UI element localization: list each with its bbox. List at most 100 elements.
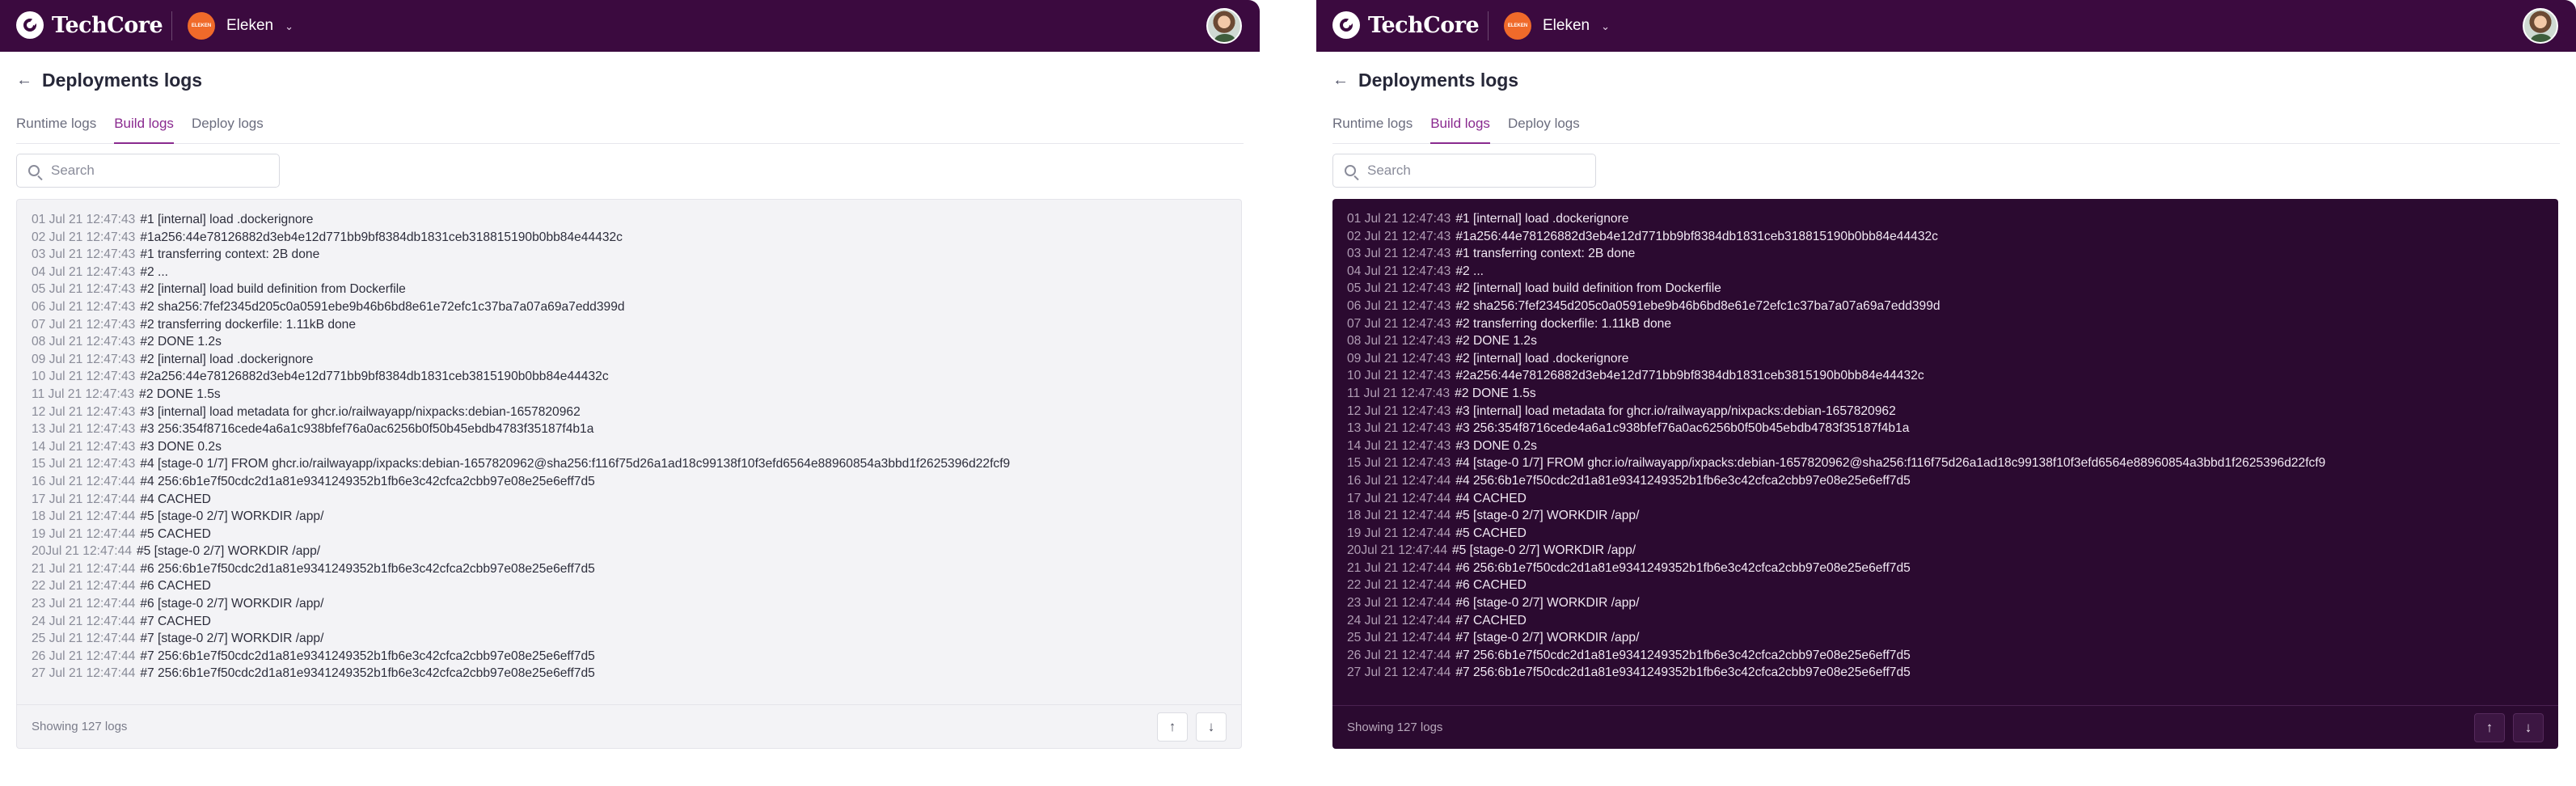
log-message: #5 CACHED — [1455, 526, 1527, 540]
log-line: 17 Jul 21 12:47:44 #4 CACHED — [32, 491, 1227, 509]
log-timestamp: 22 Jul 21 12:47:44 — [1347, 578, 1451, 593]
tab-runtime-logs[interactable]: Runtime logs — [16, 112, 96, 144]
log-timestamp: 20Jul 21 12:47:44 — [1347, 543, 1447, 558]
back-arrow-icon[interactable]: ← — [16, 71, 34, 90]
log-timestamp: 02 Jul 21 12:47:43 — [32, 230, 136, 244]
log-line: 19 Jul 21 12:47:44 #5 CACHED — [32, 526, 1227, 543]
log-line: 10 Jul 21 12:47:43 #2a256:44e78126882d3eb… — [32, 368, 1227, 386]
tab-build-logs[interactable]: Build logs — [114, 112, 174, 144]
log-line: 02 Jul 21 12:47:43 #1a256:44e78126882d3eb… — [32, 229, 1227, 247]
log-message: #1 [internal] load .dockerignore — [1455, 212, 1629, 226]
log-timestamp: 09 Jul 21 12:47:43 — [32, 352, 136, 366]
log-message: #6 256:6b1e7f50cdc2d1a81e9341249352b1fb6… — [140, 561, 595, 576]
log-message: #2 transferring dockerfile: 1.11kB done — [1455, 316, 1672, 331]
log-message: #7 256:6b1e7f50cdc2d1a81e9341249352b1fb6… — [140, 666, 595, 681]
log-message: #5 [stage-0 2/7] WORKDIR /app/ — [137, 544, 321, 559]
log-timestamp: 03 Jul 21 12:47:43 — [32, 247, 136, 262]
log-line: 17 Jul 21 12:47:44 #4 CACHED — [1347, 490, 2544, 508]
log-message: #1 transferring context: 2B done — [140, 247, 320, 262]
log-footer: Showing 127 logs ↑ ↓ — [1332, 705, 2558, 749]
log-message: #4 CACHED — [140, 492, 211, 506]
tab-deploy-logs[interactable]: Deploy logs — [1508, 112, 1580, 144]
log-line: 26 Jul 21 12:47:44 #7 256:6b1e7f50cdc2d1a… — [1347, 647, 2544, 665]
log-line: 04 Jul 21 12:47:43 #2 ... — [32, 264, 1227, 281]
tab-runtime-logs[interactable]: Runtime logs — [1332, 112, 1413, 144]
log-line: 18 Jul 21 12:47:44 #5 [stage-0 2/7] WORKD… — [32, 508, 1227, 526]
log-line: 09 Jul 21 12:47:43 #2 [internal] load .do… — [1347, 350, 2544, 368]
log-timestamp: 10 Jul 21 12:47:43 — [32, 370, 136, 384]
log-line: 03 Jul 21 12:47:43 #1 transferring contex… — [1347, 245, 2544, 263]
log-message: #6 CACHED — [1455, 578, 1527, 593]
log-line: 07 Jul 21 12:47:43 #2 transferring docker… — [1347, 315, 2544, 333]
log-message: #7 [stage-0 2/7] WORKDIR /app/ — [1455, 631, 1640, 645]
log-line: 11 Jul 21 12:47:43 #2 DONE 1.5s — [32, 386, 1227, 404]
org-avatar: ELEKEN — [1504, 12, 1531, 40]
scroll-up-button[interactable]: ↑ — [2474, 713, 2505, 742]
log-count: Showing 127 logs — [32, 720, 128, 733]
log-line: 26 Jul 21 12:47:44 #7 256:6b1e7f50cdc2d1a… — [32, 648, 1227, 666]
arrow-down-icon: ↓ — [1207, 719, 1215, 734]
log-timestamp: 13 Jul 21 12:47:43 — [1347, 421, 1451, 436]
techcore-logo[interactable]: TechCore — [1332, 11, 1480, 39]
log-timestamp: 04 Jul 21 12:47:43 — [32, 264, 136, 279]
log-message: #4 [stage-0 1/7] FROM ghcr.io/railwayapp… — [1455, 456, 2326, 471]
log-line: 08 Jul 21 12:47:43 #2 DONE 1.2s — [32, 333, 1227, 351]
log-line: 01 Jul 21 12:47:43 #1 [internal] load .do… — [1347, 210, 2544, 228]
user-avatar[interactable] — [1206, 8, 1242, 44]
build-log-viewer[interactable]: 01 Jul 21 12:47:43 #1 [internal] load .do… — [1332, 199, 2558, 749]
scroll-down-button[interactable]: ↓ — [2513, 713, 2544, 742]
topbar-divider — [171, 11, 172, 40]
org-avatar: ELEKEN — [188, 12, 215, 40]
log-timestamp: 15 Jul 21 12:47:43 — [32, 457, 136, 471]
log-timestamp: 14 Jul 21 12:47:43 — [32, 439, 136, 454]
log-message: #2 ... — [1455, 264, 1484, 278]
log-timestamp: 14 Jul 21 12:47:43 — [1347, 438, 1451, 453]
log-timestamp: 21 Jul 21 12:47:44 — [1347, 560, 1451, 575]
search-box[interactable] — [1332, 154, 1596, 188]
user-avatar[interactable] — [2523, 8, 2558, 44]
scroll-down-button[interactable]: ↓ — [1196, 712, 1227, 742]
search-input[interactable] — [51, 163, 269, 179]
log-message: #6 CACHED — [140, 579, 211, 594]
scroll-up-button[interactable]: ↑ — [1157, 712, 1188, 742]
org-switcher[interactable]: ELEKEN Eleken ⌄ — [188, 11, 293, 40]
log-message: #1 transferring context: 2B done — [1455, 247, 1636, 261]
arrow-up-icon: ↑ — [2485, 720, 2494, 735]
log-message: #2 [internal] load .dockerignore — [140, 352, 314, 366]
back-arrow-icon[interactable]: ← — [1332, 71, 1350, 90]
search-input[interactable] — [1367, 163, 1586, 179]
techcore-logo-icon — [1332, 11, 1360, 39]
log-line: 27 Jul 21 12:47:44 #7 256:6b1e7f50cdc2d1a… — [1347, 664, 2544, 682]
log-line: 25 Jul 21 12:47:44 #7 [stage-0 2/7] WORKD… — [32, 630, 1227, 648]
log-message: #1a256:44e78126882d3eb4e12d771bb9bf8384d… — [1455, 229, 1938, 243]
log-message: #7 256:6b1e7f50cdc2d1a81e9341249352b1fb6… — [140, 649, 595, 663]
log-timestamp: 17 Jul 21 12:47:44 — [32, 492, 136, 506]
log-navigation: ↑ ↓ — [1149, 712, 1227, 742]
log-timestamp: 12 Jul 21 12:47:43 — [1347, 404, 1451, 418]
log-line: 05 Jul 21 12:47:43 #2 [internal] load bui… — [1347, 280, 2544, 298]
log-message: #2 [internal] load build definition from… — [1455, 281, 1721, 296]
log-message: #2 DONE 1.5s — [139, 387, 221, 401]
tab-deploy-logs[interactable]: Deploy logs — [192, 112, 264, 144]
log-timestamp: 18 Jul 21 12:47:44 — [32, 509, 136, 524]
log-line: 06 Jul 21 12:47:43 #2 sha256:7fef2345d205… — [1347, 298, 2544, 315]
log-timestamp: 20Jul 21 12:47:44 — [32, 544, 132, 559]
top-navigation-bar: TechCore ELEKEN Eleken ⌄ — [0, 0, 1260, 52]
log-message: #5 [stage-0 2/7] WORKDIR /app/ — [140, 509, 324, 524]
techcore-logo[interactable]: TechCore — [16, 11, 163, 39]
log-timestamp: 26 Jul 21 12:47:44 — [1347, 648, 1451, 662]
log-line: 21 Jul 21 12:47:44 #6 256:6b1e7f50cdc2d1a… — [1347, 560, 2544, 577]
log-line: 22 Jul 21 12:47:44 #6 CACHED — [1347, 577, 2544, 594]
log-message: #6 256:6b1e7f50cdc2d1a81e9341249352b1fb6… — [1455, 560, 1911, 575]
log-message: #3 [internal] load metadata for ghcr.io/… — [140, 404, 581, 419]
log-timestamp: 25 Jul 21 12:47:44 — [32, 632, 136, 646]
topbar-divider — [1488, 11, 1489, 40]
log-timestamp: 05 Jul 21 12:47:43 — [32, 282, 136, 297]
build-log-viewer[interactable]: 01 Jul 21 12:47:43 #1 [internal] load .do… — [16, 199, 1242, 749]
search-box[interactable] — [16, 154, 280, 188]
page-title: Deployments logs — [1358, 70, 1519, 91]
log-line: 25 Jul 21 12:47:44 #7 [stage-0 2/7] WORKD… — [1347, 629, 2544, 647]
tab-build-logs[interactable]: Build logs — [1430, 112, 1490, 144]
org-switcher[interactable]: ELEKEN Eleken ⌄ — [1504, 11, 1610, 40]
log-count: Showing 127 logs — [1347, 720, 1443, 734]
